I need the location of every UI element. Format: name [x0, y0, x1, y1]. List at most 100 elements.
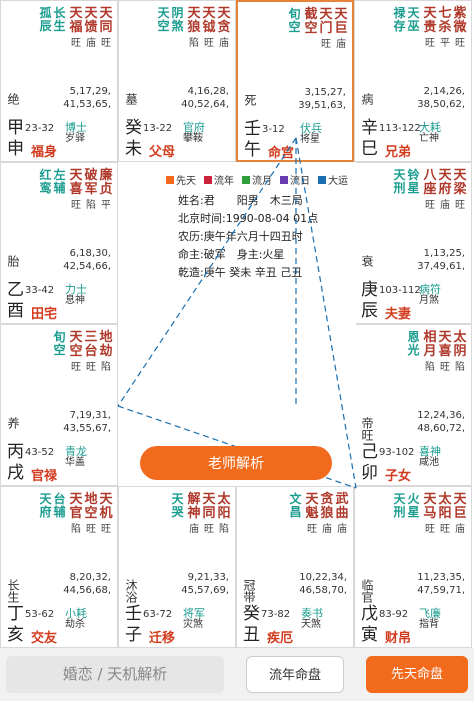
earthly-branch: 巳	[361, 139, 378, 159]
star-brightness: 陷	[425, 362, 435, 373]
star-brightness: 庙	[337, 524, 347, 535]
minor-stars: 旬 空	[53, 331, 66, 357]
legend-swatch	[280, 175, 288, 184]
heavenly-stem: 庚	[361, 280, 378, 300]
star-brightness: 旺	[204, 524, 214, 535]
minor-star-name: 天 刑	[393, 492, 406, 519]
palace-name: 兄弟	[385, 145, 412, 160]
minor-star-name: 天 府	[39, 492, 52, 519]
minor-star-name: 阴 煞	[171, 6, 184, 33]
decade-range: 33-42	[25, 285, 55, 296]
legend-label: 流日	[290, 176, 310, 187]
star-name: 破 军	[84, 168, 98, 197]
tab-yearly-chart[interactable]: 流年命盘	[246, 656, 344, 693]
suiqian-star: 指背	[419, 619, 439, 630]
palace-cell-yin[interactable]: 天 巨庙太 阳旺天 马旺火 星天 刑 11,23,35, 47,59,71, 临官 8…	[354, 486, 472, 648]
star-brightness: 旺	[86, 362, 96, 373]
palace-cell-mao[interactable]: 太 阴陷天 喜旺相 月陷恩 光 12,24,36, 48,60,72, 帝旺 93-1…	[354, 324, 472, 486]
star-brightness: 陷	[219, 524, 229, 535]
minor-stars: 铃 星天 刑	[393, 169, 420, 195]
star-name: 天 马	[423, 492, 437, 521]
minor-star-name: 孤 辰	[39, 6, 52, 33]
major-stars: 紫 微旺七 杀平天 贵旺	[423, 7, 467, 50]
star-brightness: 陷	[455, 362, 465, 373]
age-list: 12,24,36, 48,60,72,	[417, 410, 465, 434]
minor-star-name: 禄 存	[393, 6, 406, 33]
minor-star-name: 天 刑	[393, 168, 406, 195]
minor-star-name: 铃 星	[407, 168, 420, 195]
ziwei-chart: 天 同旺天 馈庙天 福旺长 生孤 辰 5,17,29, 41,53,65, 绝 23-…	[0, 0, 474, 648]
age-list: 1,13,25, 37,49,61,	[417, 248, 465, 272]
palace-name: 迁移	[149, 631, 176, 646]
changsheng-stage: 冠带	[242, 579, 256, 603]
age-list: 10,22,34, 46,58,70,	[299, 572, 347, 596]
changsheng-stage: 绝	[6, 93, 20, 105]
star-brightness: 旺	[86, 524, 96, 535]
legend-label: 流月	[252, 176, 272, 187]
heavenly-stem: 壬	[125, 604, 142, 624]
age-list: 4,16,28, 40,52,64,	[181, 86, 229, 110]
star-name: 三 台	[84, 330, 98, 359]
star-name: 地 劫	[99, 330, 113, 359]
palace-cell-chen2[interactable]: 天 梁旺天 府庙八 座旺铃 星天 刑 1,13,25, 37,49,61, 衰 103…	[354, 162, 472, 324]
decade-range: 93-102	[379, 447, 415, 458]
earthly-branch: 辰	[361, 301, 378, 321]
star-brightness: 陷	[101, 362, 111, 373]
legend-item: 流日	[280, 172, 310, 187]
star-name: 解 神	[187, 492, 201, 521]
age-list: 2,14,26, 38,50,62,	[417, 86, 465, 110]
palace-cell-chen[interactable]: 紫 微旺七 杀平天 贵旺天 巫禄 存 2,14,26, 38,50,62, 病 113…	[354, 0, 472, 162]
decade-range: 3-12	[262, 124, 285, 135]
bottom-tabbar: 婚恋 / 天机解析 流年命盘 先天命盘	[0, 648, 474, 701]
decade-range: 73-82	[261, 609, 291, 620]
star-brightness: 旺	[204, 38, 214, 49]
star-name: 天 福	[69, 6, 83, 35]
star-name: 天 贪	[217, 6, 231, 35]
star-brightness: 庙	[336, 39, 346, 50]
age-list: 6,18,30, 42,54,66,	[63, 248, 111, 272]
suiqian-star: 天煞	[301, 619, 321, 630]
heavenly-stem: 辛	[361, 118, 378, 138]
age-list: 9,21,33, 45,57,69,	[181, 572, 229, 596]
palace-cell-xu[interactable]: 地 劫陷三 台旺天 空旺旬 空 7,19,31, 43,55,67, 养 43-52 青…	[0, 324, 118, 486]
palace-cell-wei[interactable]: 天 贪庙天 钺旺天 狼陷阴 煞天 空 4,16,28, 40,52,64, 墓 13-…	[118, 0, 236, 162]
earthly-branch: 未	[125, 139, 142, 159]
heavenly-stem: 壬	[244, 119, 261, 139]
info-line: 命主:破军 身主:火星	[178, 248, 285, 261]
star-name: 天 喜	[69, 168, 83, 197]
minor-stars: 台 辅天 府	[39, 493, 66, 519]
info-line: 农历:庚午年六月十四丑时	[178, 230, 303, 243]
palace-cell-chou[interactable]: 武 曲庙贪 狼庙天 魁旺文 昌 10,22,34, 46,58,70, 冠带 73-8…	[236, 486, 354, 648]
palace-cell-zi[interactable]: 太 阳陷天 同旺解 神庙天 哭 9,21,33, 45,57,69, 沐浴 63-72…	[118, 486, 236, 648]
palace-cell-you[interactable]: 廉 贞平破 军陷天 喜旺左 辅红 鸾 6,18,30, 42,54,66, 胎 33-…	[0, 162, 118, 324]
decade-range: 23-32	[25, 123, 55, 134]
center-info-panel: 先天 流年 流月 流日 大运 姓名:君 阳男 木三局 北京时间:1990-08-04 01点…	[118, 162, 356, 486]
info-line: 乾造:庚午 癸未 辛丑 己丑	[178, 266, 303, 279]
teacher-analysis-button[interactable]: 老师解析	[140, 446, 332, 480]
changsheng-stage: 衰	[360, 255, 374, 267]
info-line: 姓名:君 阳男 木三局	[178, 194, 303, 207]
star-name: 天 官	[69, 492, 83, 521]
star-brightness: 庙	[219, 38, 229, 49]
star-brightness: 旺	[440, 362, 450, 373]
palace-cell-wu[interactable]: 天 巨庙天 门旺截 空旬 空 3,15,27, 39,51,63, 死 3-12 伏兵将…	[236, 0, 354, 162]
earthly-branch: 卯	[361, 463, 378, 483]
star-brightness: 旺	[455, 200, 465, 211]
major-stars: 地 劫陷三 台旺天 空旺	[69, 331, 113, 374]
info-line: 北京时间:1990-08-04 01点	[178, 212, 319, 225]
star-brightness: 平	[101, 200, 111, 211]
changsheng-stage: 帝旺	[360, 417, 374, 441]
minor-star-name: 左 辅	[53, 168, 66, 195]
tab-natal-chart[interactable]: 先天命盘	[366, 656, 468, 693]
palace-cell-hai[interactable]: 天 机旺地 空旺天 官陷台 辅天 府 8,20,32, 44,56,68, 长生 53…	[0, 486, 118, 648]
earthly-branch: 申	[7, 139, 24, 159]
palace-name: 田宅	[31, 307, 58, 322]
earthly-branch: 午	[244, 140, 261, 160]
tab-relationship-analysis[interactable]: 婚恋 / 天机解析	[6, 656, 224, 693]
star-brightness: 旺	[307, 524, 317, 535]
minor-star-name: 天 空	[157, 6, 170, 33]
changsheng-stage: 病	[360, 93, 374, 105]
palace-cell-si[interactable]: 天 同旺天 馈庙天 福旺长 生孤 辰 5,17,29, 41,53,65, 绝 23-…	[0, 0, 118, 162]
legend-item: 大运	[318, 172, 348, 187]
palace-name: 疾厄	[267, 631, 294, 646]
